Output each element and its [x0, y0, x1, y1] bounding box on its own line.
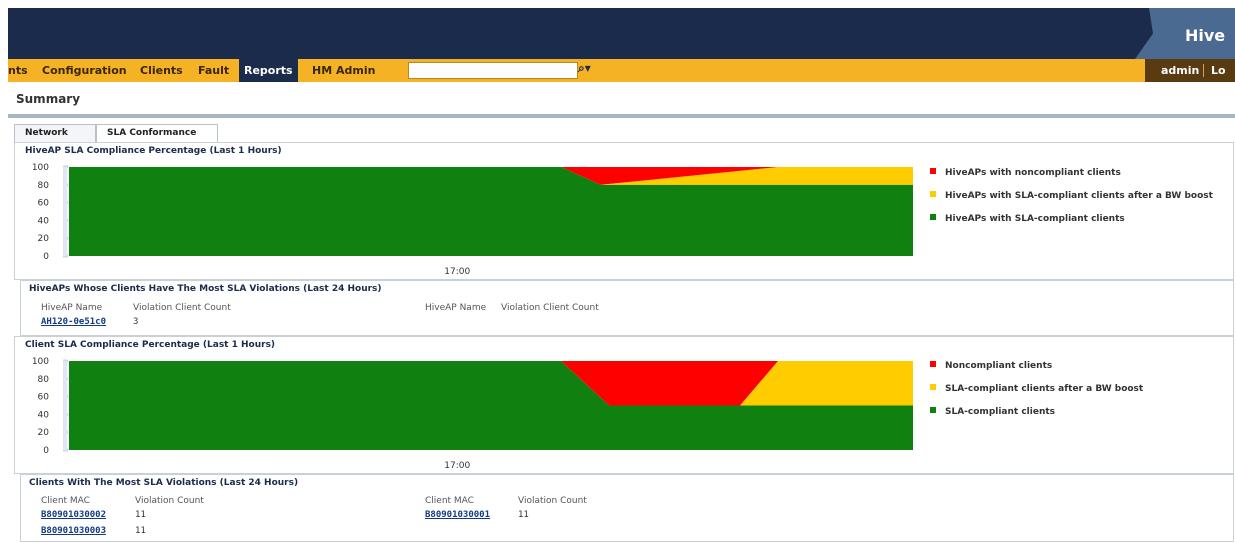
y-tick-label: 100: [32, 163, 49, 173]
legend-swatch-red: [930, 168, 936, 174]
hiveap-chart-title: HiveAP SLA Compliance Percentage (Last 1…: [25, 146, 282, 156]
nav-item-clients[interactable]: Clients: [140, 59, 183, 82]
legend-item-boost-clients: SLA-compliant clients after a BW boost: [930, 384, 1143, 394]
column-header-hiveap-name-2: HiveAP Name: [425, 303, 487, 313]
y-axis-band: [63, 361, 67, 450]
nav-item-monitor[interactable]: nts: [8, 59, 28, 82]
legend-swatch-yellow: [930, 191, 936, 197]
legend-item-compliant: HiveAPs with SLA-compliant clients: [930, 214, 1125, 224]
client-mac-link[interactable]: B80901030003: [41, 526, 106, 536]
legend-item-boost: HiveAPs with SLA-compliant clients after…: [930, 191, 1213, 201]
search-input[interactable]: [408, 62, 578, 79]
legend-item-noncompliant: HiveAPs with noncompliant clients: [930, 168, 1121, 178]
client-sla-chart: 0 20 40 60 80 100 17:00: [32, 357, 913, 471]
column-header-client-mac: Client MAC: [41, 496, 90, 506]
nav-item-hm-admin[interactable]: HM Admin: [312, 59, 375, 82]
main-nav: nts Configuration Clients Fault Reports …: [8, 59, 1235, 82]
y-tick-label: 60: [38, 199, 50, 209]
client-violations-panel: Clients With The Most SLA Violations (La…: [20, 474, 1234, 542]
legend-label: SLA-compliant clients: [945, 407, 1056, 417]
client-chart-title: Client SLA Compliance Percentage (Last 1…: [25, 340, 276, 350]
client-table-title: Clients With The Most SLA Violations (La…: [29, 478, 299, 488]
user-area: admin Lo: [1145, 59, 1235, 82]
brand-label: Hive: [1185, 26, 1226, 45]
violation-count: 11: [135, 510, 146, 520]
logout-link[interactable]: Lo: [1211, 59, 1226, 82]
client-chart-panel: Client SLA Compliance Percentage (Last 1…: [14, 336, 1234, 474]
violation-count: 11: [135, 526, 146, 536]
legend-label: HiveAPs with SLA-compliant clients after…: [945, 191, 1213, 201]
y-tick-label: 0: [43, 252, 49, 262]
y-tick-label: 20: [38, 234, 50, 244]
y-tick-label: 40: [38, 410, 50, 420]
nav-item-fault[interactable]: Fault: [198, 59, 229, 82]
user-menu[interactable]: admin: [1161, 59, 1199, 82]
column-header-violation-client-count-2: Violation Client Count: [501, 303, 599, 313]
x-tick-label: 17:00: [444, 267, 470, 277]
header-divider: [8, 114, 1235, 118]
column-header-violation-client-count: Violation Client Count: [133, 303, 231, 313]
violation-count: 11: [518, 510, 529, 520]
y-tick-label: 60: [38, 393, 50, 403]
app-header: Hive: [8, 8, 1235, 59]
legend-item-noncompliant-clients: Noncompliant clients: [930, 361, 1052, 371]
nav-separator: [1203, 64, 1204, 77]
nav-item-reports[interactable]: Reports: [239, 59, 298, 82]
client-mac-link[interactable]: B80901030002: [41, 510, 106, 520]
y-tick-label: 80: [38, 375, 50, 385]
search-icon[interactable]: ⌕▾: [578, 61, 591, 76]
legend-item-compliant-clients: SLA-compliant clients: [930, 407, 1055, 417]
brand-tab[interactable]: Hive: [1135, 8, 1235, 59]
y-axis-band: [63, 167, 67, 256]
hiveap-table-title: HiveAPs Whose Clients Have The Most SLA …: [29, 284, 382, 294]
nav-item-configuration[interactable]: Configuration: [42, 59, 127, 82]
tab-network[interactable]: Network: [14, 124, 96, 143]
legend-label: SLA-compliant clients after a BW boost: [945, 384, 1144, 394]
hiveap-violations-panel: HiveAPs Whose Clients Have The Most SLA …: [20, 280, 1234, 336]
column-header-hiveap-name: HiveAP Name: [41, 303, 103, 313]
y-tick-label: 0: [43, 446, 49, 456]
y-tick-label: 40: [38, 216, 50, 226]
legend-swatch-yellow: [930, 384, 936, 390]
column-header-client-mac-2: Client MAC: [425, 496, 474, 506]
hiveap-link[interactable]: AH120-0e51c0: [41, 317, 106, 327]
y-tick-label: 100: [32, 357, 49, 367]
client-mac-link[interactable]: B80901030001: [425, 510, 490, 520]
legend-label: HiveAPs with SLA-compliant clients: [945, 214, 1125, 224]
legend-label: HiveAPs with noncompliant clients: [945, 168, 1121, 178]
legend-label: Noncompliant clients: [945, 361, 1053, 371]
hiveap-sla-chart: 0 20 40 60 80 100 17:00: [32, 163, 913, 277]
column-header-violation-count-2: Violation Count: [518, 496, 587, 506]
hiveap-chart-panel: HiveAP SLA Compliance Percentage (Last 1…: [14, 142, 1234, 280]
violation-count: 3: [133, 317, 139, 327]
page-title: Summary: [16, 92, 81, 106]
y-tick-label: 80: [38, 181, 50, 191]
legend-swatch-green: [930, 407, 936, 413]
tab-sla-conformance[interactable]: SLA Conformance: [96, 124, 218, 143]
column-header-violation-count: Violation Count: [135, 496, 204, 506]
legend-swatch-red: [930, 361, 936, 367]
x-tick-label: 17:00: [444, 461, 470, 471]
y-tick-label: 20: [38, 428, 50, 438]
legend-swatch-green: [930, 214, 936, 220]
